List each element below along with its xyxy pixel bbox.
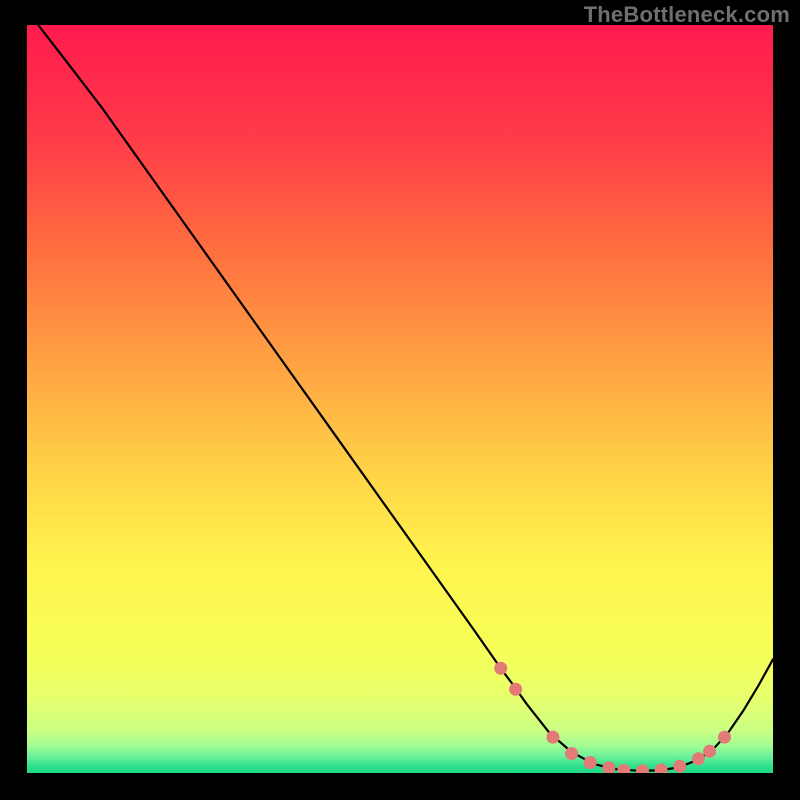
curve-marker bbox=[673, 760, 686, 773]
curve-marker bbox=[509, 683, 522, 696]
curve-marker bbox=[565, 747, 578, 760]
curve-marker bbox=[584, 756, 597, 769]
curve-marker bbox=[546, 731, 559, 744]
chart-stage: TheBottleneck.com bbox=[0, 0, 800, 800]
curve-marker bbox=[692, 752, 705, 765]
chart-svg bbox=[0, 0, 800, 800]
plot-area bbox=[27, 25, 773, 773]
curve-marker bbox=[718, 731, 731, 744]
curve-marker bbox=[494, 662, 507, 675]
curve-marker bbox=[602, 761, 615, 774]
curve-marker bbox=[703, 745, 716, 758]
